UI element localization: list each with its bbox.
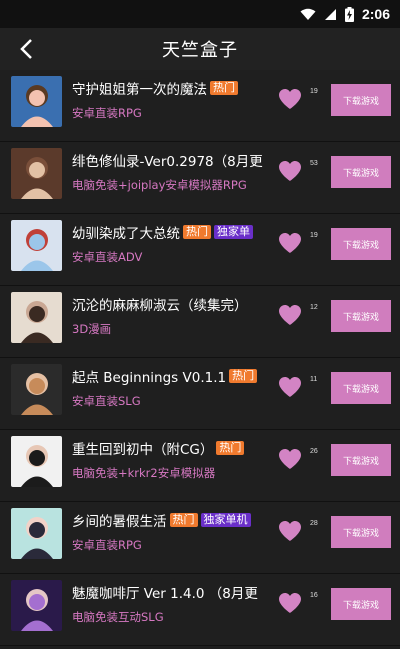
game-title[interactable]: 绯色修仙录-Ver0.2978（8月更	[72, 150, 263, 170]
game-category: 安卓直装ADV	[72, 250, 143, 264]
battery-charging-icon	[344, 6, 354, 22]
heart-icon	[279, 521, 301, 541]
download-button[interactable]: 下载游戏	[331, 300, 391, 332]
game-title[interactable]: 重生回到初中（附CG）	[72, 438, 213, 458]
like-button[interactable]	[278, 160, 302, 182]
exclusive-badge: 独家单	[214, 225, 253, 239]
download-button[interactable]: 下载游戏	[331, 228, 391, 260]
game-category: 安卓直装SLG	[72, 394, 141, 408]
hot-badge: 热门	[229, 369, 258, 383]
title-row: 沉沦的麻麻柳淑云（续集完）	[72, 294, 272, 314]
heart-icon	[279, 161, 301, 181]
like-button[interactable]	[278, 520, 302, 542]
like-count: 19	[310, 232, 318, 239]
game-title[interactable]: 乡间的暑假生活	[72, 510, 167, 530]
like-button[interactable]	[278, 232, 302, 254]
game-title[interactable]: 起点 Beginnings V0.1.1	[72, 366, 226, 386]
like-button[interactable]	[278, 304, 302, 326]
status-bar: 2:06	[0, 0, 400, 28]
page-title: 天竺盒子	[162, 40, 238, 61]
game-thumbnail[interactable]	[11, 148, 62, 199]
game-category: 3D漫画	[72, 322, 112, 336]
like-button[interactable]	[278, 592, 302, 614]
game-thumbnail[interactable]	[11, 220, 62, 271]
game-category: 安卓直装RPG	[72, 106, 142, 120]
like-count: 12	[310, 304, 318, 311]
list-item[interactable]: 守护姐姐第一次的魔法 热门 安卓直装RPG 19 下载游戏	[0, 70, 400, 142]
heart-icon	[279, 305, 301, 325]
title-row: 起点 Beginnings V0.1.1 热门	[72, 366, 272, 386]
download-button[interactable]: 下载游戏	[331, 372, 391, 404]
heart-icon	[279, 449, 301, 469]
like-count: 28	[310, 520, 318, 527]
game-thumbnail[interactable]	[11, 436, 62, 487]
title-row: 乡间的暑假生活 热门 独家单机	[72, 510, 272, 530]
like-button[interactable]	[278, 88, 302, 110]
hot-badge: 热门	[183, 225, 211, 239]
exclusive-badge: 独家单机	[200, 513, 251, 527]
download-button[interactable]: 下载游戏	[331, 516, 391, 548]
download-button[interactable]: 下载游戏	[331, 444, 391, 476]
app-header: 天竺盒子	[0, 28, 400, 70]
like-count: 26	[310, 448, 318, 455]
list-item[interactable]: 沉沦的麻麻柳淑云（续集完） 3D漫画 12 下载游戏	[0, 286, 400, 358]
game-thumbnail[interactable]	[11, 508, 62, 559]
hot-badge: 热门	[210, 81, 238, 95]
game-category: 电脑免装互动SLG	[72, 610, 164, 624]
wifi-icon	[300, 8, 316, 21]
like-count: 11	[310, 376, 318, 383]
clock: 2:06	[361, 6, 390, 22]
title-row: 守护姐姐第一次的魔法 热门	[72, 78, 272, 98]
game-thumbnail[interactable]	[11, 580, 62, 631]
game-title[interactable]: 守护姐姐第一次的魔法	[72, 78, 207, 98]
heart-icon	[279, 233, 301, 253]
like-count: 53	[310, 160, 318, 167]
heart-icon	[279, 377, 301, 397]
game-thumbnail[interactable]	[11, 292, 62, 343]
download-button[interactable]: 下载游戏	[331, 588, 391, 620]
chevron-left-icon	[20, 39, 32, 59]
game-category: 电脑免装+krkr2安卓模拟器	[72, 466, 216, 480]
game-title[interactable]: 魅魔咖啡厅 Ver 1.4.0 （8月更	[72, 582, 258, 602]
list-item[interactable]: 重生回到初中（附CG） 热门 电脑免装+krkr2安卓模拟器 26 下载游戏	[0, 430, 400, 502]
list-item[interactable]: 绯色修仙录-Ver0.2978（8月更 电脑免装+joiplay安卓模拟器RPG…	[0, 142, 400, 214]
download-button[interactable]: 下载游戏	[331, 84, 391, 116]
list-item[interactable]: 魅魔咖啡厅 Ver 1.4.0 （8月更 电脑免装互动SLG 16 下载游戏	[0, 574, 400, 646]
game-title[interactable]: 沉沦的麻麻柳淑云（续集完）	[72, 294, 248, 314]
game-title[interactable]: 幼驯染成了大总统	[72, 222, 180, 242]
title-row: 重生回到初中（附CG） 热门	[72, 438, 272, 458]
hot-badge: 热门	[169, 513, 198, 527]
download-button[interactable]: 下载游戏	[331, 156, 391, 188]
game-thumbnail[interactable]	[11, 364, 62, 415]
heart-icon	[279, 89, 301, 109]
game-category: 电脑免装+joiplay安卓模拟器RPG	[72, 178, 247, 192]
game-list: 守护姐姐第一次的魔法 热门 安卓直装RPG 19 下载游戏 绯色修仙录-Ver0…	[0, 70, 400, 646]
game-thumbnail[interactable]	[11, 76, 62, 127]
title-row: 幼驯染成了大总统 热门 独家单	[72, 222, 272, 242]
list-item[interactable]: 起点 Beginnings V0.1.1 热门 安卓直装SLG 11 下载游戏	[0, 358, 400, 430]
like-button[interactable]	[278, 376, 302, 398]
title-row: 魅魔咖啡厅 Ver 1.4.0 （8月更	[72, 582, 272, 602]
list-item[interactable]: 乡间的暑假生活 热门 独家单机 安卓直装RPG 28 下载游戏	[0, 502, 400, 574]
title-row: 绯色修仙录-Ver0.2978（8月更	[72, 150, 272, 170]
heart-icon	[279, 593, 301, 613]
back-button[interactable]	[10, 33, 42, 65]
like-count: 19	[310, 88, 318, 95]
like-button[interactable]	[278, 448, 302, 470]
list-item[interactable]: 幼驯染成了大总统 热门 独家单 安卓直装ADV 19 下载游戏	[0, 214, 400, 286]
like-count: 16	[310, 592, 318, 599]
game-category: 安卓直装RPG	[72, 538, 142, 552]
signal-icon	[324, 8, 337, 21]
hot-badge: 热门	[216, 441, 245, 455]
